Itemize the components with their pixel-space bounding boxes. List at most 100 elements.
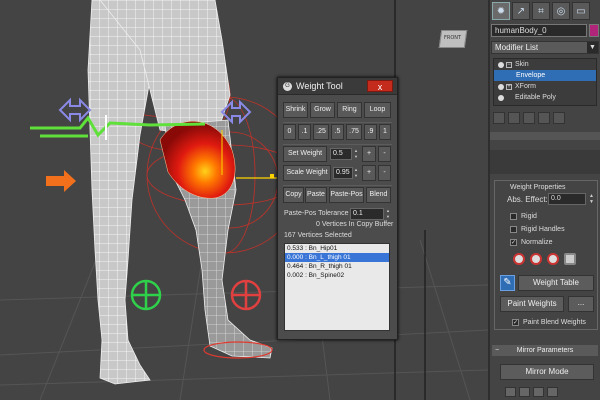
dialog-title: Weight Tool bbox=[296, 81, 343, 91]
pin-stack-icon[interactable] bbox=[493, 112, 505, 124]
stack-item-xform[interactable]: + XForm bbox=[494, 81, 596, 92]
show-end-result-icon[interactable] bbox=[508, 112, 520, 124]
preset-0.75-button[interactable]: .75 bbox=[346, 124, 362, 140]
list-item[interactable]: 0.464 : Bn_R_thigh 01 bbox=[285, 262, 389, 271]
rigid-handles-label: Rigid Handles bbox=[521, 226, 565, 233]
paste-green-to-blue-icon[interactable] bbox=[519, 387, 530, 397]
object-color-swatch[interactable] bbox=[589, 24, 599, 37]
set-weight-button[interactable]: Set Weight bbox=[283, 146, 327, 162]
bake-weights-icon[interactable] bbox=[564, 253, 576, 265]
stack-item-envelope[interactable]: Envelope bbox=[494, 70, 596, 81]
weight-table-button[interactable]: Weight Table bbox=[518, 275, 594, 291]
stack-item-label: Editable Poly bbox=[515, 94, 556, 101]
blend-button[interactable]: Blend bbox=[366, 187, 391, 203]
rigid-checkbox[interactable]: Rigid bbox=[510, 213, 537, 220]
checkbox-box-checked[interactable]: ✓ bbox=[510, 239, 517, 246]
configure-sets-icon[interactable] bbox=[553, 112, 565, 124]
mirror-verts-icon[interactable] bbox=[547, 387, 558, 397]
list-item[interactable]: 0.002 : Bn_Spine02 bbox=[285, 271, 389, 280]
collapse-toggle-icon[interactable]: − bbox=[506, 61, 512, 68]
rigid-handles-checkbox[interactable]: Rigid Handles bbox=[510, 226, 565, 233]
modifier-stack: − Skin Envelope + XForm Editable Poly bbox=[493, 58, 597, 106]
scale-weight-spinner[interactable]: ▲ ▼ bbox=[353, 167, 359, 179]
set-weight-plus-button[interactable]: + bbox=[362, 146, 376, 162]
scale-weight-button[interactable]: Scale Weight bbox=[283, 165, 331, 181]
mirror-parameters-rollout[interactable]: − Mirror Parameters bbox=[492, 345, 598, 356]
exclude-verts-icon[interactable] bbox=[513, 253, 525, 265]
rigid-label: Rigid bbox=[521, 213, 537, 220]
paint-blend-weights-label: Paint Blend Weights bbox=[523, 319, 586, 326]
set-weight-spinner[interactable]: ▲ ▼ bbox=[353, 148, 359, 160]
remove-modifier-icon[interactable] bbox=[538, 112, 550, 124]
ring-button[interactable]: Ring bbox=[337, 102, 362, 118]
list-item[interactable]: 0.533 : Bn_Hip01 bbox=[285, 244, 389, 253]
abs-effect-label: Abs. Effect: bbox=[507, 195, 548, 204]
object-name-field[interactable]: humanBody_0 bbox=[491, 24, 587, 37]
select-excluded-icon[interactable] bbox=[547, 253, 559, 265]
list-item-selected[interactable]: 0.000 : Bn_L_thigh 01 bbox=[285, 253, 389, 262]
stack-item-editable-poly[interactable]: Editable Poly bbox=[494, 92, 596, 103]
make-unique-icon[interactable] bbox=[523, 112, 535, 124]
weight-tool-wrench-icon[interactable]: ✎ bbox=[500, 275, 515, 291]
mirror-mode-button[interactable]: Mirror Mode bbox=[500, 364, 594, 380]
tolerance-spinner[interactable]: ▲ ▼ bbox=[385, 208, 391, 220]
abs-effect-spinner[interactable]: ▲ ▼ bbox=[588, 193, 595, 205]
hierarchy-tab-icon[interactable]: ⌗ bbox=[532, 2, 550, 20]
paste-pos-button[interactable]: Paste-Pos bbox=[329, 187, 364, 203]
weight-properties-title: Weight Properties bbox=[508, 184, 568, 191]
preset-1-button[interactable]: 1 bbox=[379, 124, 391, 140]
modifier-list-dropdown[interactable]: Modifier List ▼ bbox=[491, 41, 599, 54]
expand-toggle-icon[interactable]: + bbox=[506, 83, 512, 90]
checkbox-box[interactable] bbox=[510, 213, 517, 220]
paint-blend-weights-checkbox[interactable]: ✓ Paint Blend Weights bbox=[512, 319, 586, 326]
abs-effect-field[interactable]: 0.0 bbox=[548, 193, 586, 205]
paste-button[interactable]: Paste bbox=[305, 187, 327, 203]
paste-pos-tolerance-label: Paste-Pos Tolerance bbox=[284, 210, 349, 217]
set-weight-field[interactable]: 0.5 bbox=[330, 148, 352, 160]
orange-arrow bbox=[46, 170, 76, 192]
envelope-tools-strip bbox=[490, 150, 600, 174]
stack-toolbar bbox=[493, 112, 597, 126]
shrink-button[interactable]: Shrink bbox=[283, 102, 308, 118]
close-button[interactable]: x bbox=[367, 80, 393, 92]
modify-tab-curve-editor-icon[interactable]: ↗ bbox=[512, 2, 530, 20]
chevron-down-icon[interactable]: ▼ bbox=[587, 42, 598, 53]
dialog-titlebar[interactable]: G Weight Tool x bbox=[278, 78, 397, 95]
preset-0.5-button[interactable]: .5 bbox=[331, 124, 344, 140]
mirror-paste-icon[interactable] bbox=[505, 387, 516, 397]
display-tab-icon[interactable]: ▭ bbox=[572, 2, 590, 20]
include-verts-icon[interactable] bbox=[530, 253, 542, 265]
weight-tool-dialog: G Weight Tool x Shrink Grow Ring Loop 0 … bbox=[277, 77, 398, 340]
grow-button[interactable]: Grow bbox=[310, 102, 335, 118]
bone-weight-list[interactable]: 0.533 : Bn_Hip01 0.000 : Bn_L_thigh 01 0… bbox=[284, 243, 390, 331]
paste-pos-tolerance-field[interactable]: 0.1 bbox=[350, 208, 384, 220]
loop-button[interactable]: Loop bbox=[364, 102, 391, 118]
set-weight-minus-button[interactable]: - bbox=[378, 146, 391, 162]
preset-0.25-button[interactable]: .25 bbox=[313, 124, 329, 140]
viewport[interactable]: FRONT bbox=[0, 0, 488, 400]
stack-item-skin[interactable]: − Skin bbox=[494, 59, 596, 70]
preset-0-button[interactable]: 0 bbox=[283, 124, 296, 140]
checkbox-box-checked[interactable]: ✓ bbox=[512, 319, 519, 326]
scale-weight-minus-button[interactable]: - bbox=[378, 165, 391, 181]
normalize-checkbox[interactable]: ✓ Normalize bbox=[510, 239, 553, 246]
scale-weight-plus-button[interactable]: + bbox=[362, 165, 376, 181]
exclusion-tools bbox=[513, 253, 576, 265]
lightbulb-icon[interactable] bbox=[498, 94, 504, 101]
paint-options-button[interactable]: ... bbox=[568, 296, 594, 312]
lightbulb-icon[interactable] bbox=[498, 83, 504, 90]
viewcube-label: FRONT bbox=[444, 35, 462, 41]
paste-blue-to-green-icon[interactable] bbox=[533, 387, 544, 397]
stack-item-label: XForm bbox=[515, 83, 536, 90]
copy-button[interactable]: Copy bbox=[283, 187, 304, 203]
paint-weights-button[interactable]: Paint Weights bbox=[500, 296, 564, 312]
preset-0.9-button[interactable]: .9 bbox=[364, 124, 377, 140]
scale-weight-field[interactable]: 0.95 bbox=[333, 167, 353, 179]
motion-tab-icon[interactable]: ◎ bbox=[552, 2, 570, 20]
green-move-gizmo bbox=[130, 279, 162, 311]
checkbox-box[interactable] bbox=[510, 226, 517, 233]
preset-0.1-button[interactable]: .1 bbox=[298, 124, 311, 140]
create-tab-sun-icon[interactable]: ✹ bbox=[492, 2, 510, 20]
rollout-toggle-icon: − bbox=[495, 347, 500, 354]
lightbulb-icon[interactable] bbox=[498, 61, 504, 68]
